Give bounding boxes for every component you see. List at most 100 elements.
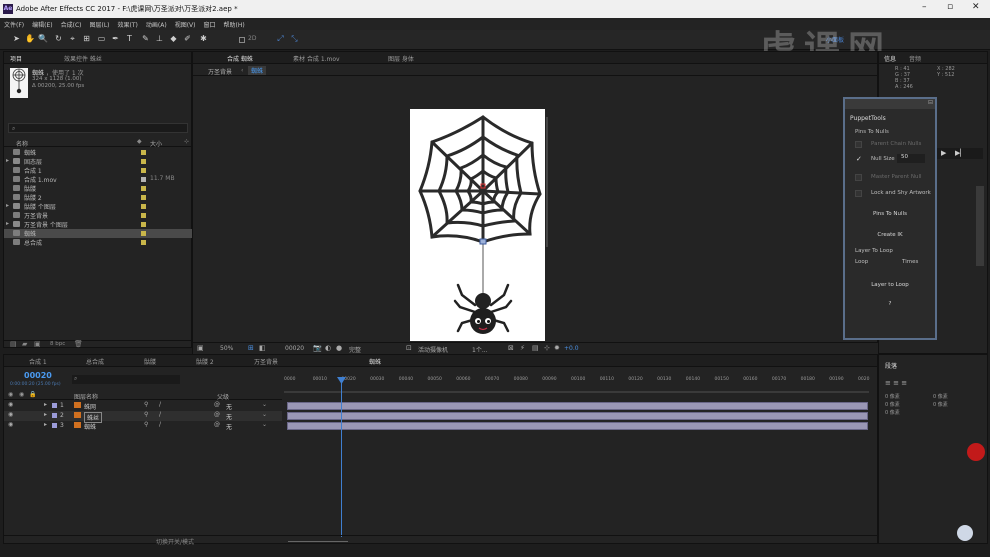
mask-visibility-icon[interactable]: ◧ <box>259 344 266 352</box>
camera-tool-icon[interactable]: ⌖ <box>68 34 77 43</box>
col-size-header[interactable]: 大小 <box>150 139 162 148</box>
label-color-swatch[interactable] <box>141 186 146 191</box>
master-parent-checkbox[interactable] <box>855 174 862 181</box>
layer-to-loop-button[interactable]: Layer to Loop <box>855 279 925 292</box>
menu-item-6[interactable]: 视图(V) <box>171 18 200 29</box>
project-item[interactable]: 总合成 <box>4 238 194 247</box>
exposure-value[interactable]: +0.0 <box>564 345 579 352</box>
new-folder-icon[interactable]: ▰ <box>22 340 27 348</box>
menu-item-2[interactable]: 合成(C) <box>57 18 86 29</box>
clone-stamp-tool-icon[interactable]: ⊥ <box>155 34 164 43</box>
snap-icon[interactable]: ⤢ <box>276 34 285 43</box>
current-time-display[interactable]: 00020 <box>285 345 304 352</box>
right-scrollbar[interactable] <box>976 186 984 266</box>
align-center-icon[interactable]: ≡ <box>893 379 899 387</box>
selection-tool-icon[interactable]: ➤ <box>12 34 21 43</box>
bpc-label[interactable]: 8 bpc <box>50 341 65 347</box>
3d-checkbox[interactable] <box>239 37 245 43</box>
project-item[interactable]: ▸ 万圣背景 个图层 <box>4 220 194 229</box>
region-of-interest-icon[interactable]: ⊡ <box>406 344 412 352</box>
layer-duration-bar[interactable] <box>287 422 868 430</box>
create-ik-button[interactable]: Create IK <box>855 229 925 242</box>
project-item[interactable]: 合成 1 <box>4 166 194 175</box>
zoom-slider[interactable] <box>288 541 348 542</box>
text-tool-icon[interactable]: T <box>125 34 134 43</box>
project-item[interactable]: 骷髅 <box>4 184 194 193</box>
project-item[interactable]: 蜘蛛 <box>4 148 194 157</box>
lock-shy-checkbox[interactable] <box>855 190 862 197</box>
exposure-reset-icon[interactable]: ✹ <box>554 344 560 352</box>
project-search-input[interactable]: ⌕ <box>8 123 188 133</box>
project-item[interactable]: 万圣背景 <box>4 211 194 220</box>
paragraph-tab[interactable]: 段落 <box>885 361 897 370</box>
layer-duration-bar[interactable] <box>287 402 868 410</box>
tab-project[interactable]: 项目 <box>10 54 22 63</box>
label-color-swatch[interactable] <box>141 168 146 173</box>
label-color-swatch[interactable] <box>141 150 146 155</box>
label-color-swatch[interactable] <box>141 195 146 200</box>
tab-footage[interactable]: 素材 合成 1.mov <box>293 54 340 63</box>
paragraph-value[interactable]: 0 像素 <box>933 393 948 400</box>
eraser-tool-icon[interactable]: ◆ <box>169 34 178 43</box>
label-icon[interactable]: ◆ <box>137 138 142 145</box>
help-button[interactable]: ? <box>855 298 925 311</box>
label-color-swatch[interactable] <box>141 204 146 209</box>
menu-item-3[interactable]: 图层(L) <box>86 18 114 29</box>
comp-canvas[interactable] <box>410 109 545 341</box>
pan-behind-tool-icon[interactable]: ⊞ <box>82 34 91 43</box>
expand-arrow-icon[interactable]: ▸ <box>6 220 9 227</box>
col-name-header[interactable]: 名称 <box>16 139 28 148</box>
label-color-swatch[interactable] <box>141 159 146 164</box>
mask-tool-icon[interactable]: ▭ <box>97 34 106 43</box>
project-item[interactable]: ▸ 骷髅 个图层 <box>4 202 194 211</box>
label-color-swatch[interactable] <box>141 231 146 236</box>
next-frame-icon[interactable]: ▶▏ <box>955 149 966 157</box>
maximize-icon[interactable]: ▫ <box>947 2 953 12</box>
project-item[interactable]: 蜘蛛 <box>4 229 194 238</box>
project-item[interactable]: ▸ 固态层 <box>4 157 194 166</box>
tab-effect-controls[interactable]: 效果控件 蛛丝 <box>64 54 102 63</box>
paragraph-value[interactable]: 0 像素 <box>885 401 900 408</box>
menu-item-8[interactable]: 帮助(H) <box>220 18 249 29</box>
expand-arrow-icon[interactable]: ▸ <box>6 202 9 209</box>
align-left-icon[interactable]: ≡ <box>885 379 891 387</box>
roto-brush-tool-icon[interactable]: ✐ <box>183 34 192 43</box>
interpret-footage-icon[interactable]: ▤ <box>10 340 17 348</box>
label-color-swatch[interactable] <box>141 213 146 218</box>
parent-chain-checkbox[interactable] <box>855 141 862 148</box>
camera-dropdown[interactable]: 活动摄像机 <box>418 345 448 354</box>
brush-tool-icon[interactable]: ✎ <box>141 34 150 43</box>
paragraph-value[interactable]: 0 像素 <box>885 409 900 416</box>
resolution-dropdown[interactable]: 完整 <box>349 345 361 354</box>
tab-comp-spider[interactable]: 合成 蜘蛛 <box>227 54 253 63</box>
menu-item-0[interactable]: 文件(F) <box>0 18 28 29</box>
rotate-tool-icon[interactable]: ↻ <box>54 34 63 43</box>
tab-layer-body[interactable]: 图层 身体 <box>388 54 414 63</box>
expand-arrow-icon[interactable]: ▸ <box>6 157 9 164</box>
pins-to-nulls-button[interactable]: Pins To Nulls <box>855 208 925 221</box>
null-size-input[interactable]: 50 <box>897 154 925 163</box>
toggle-switches-modes[interactable]: 切换开关/模式 <box>156 537 194 546</box>
new-comp-icon[interactable]: ▣ <box>34 340 41 348</box>
always-preview-icon[interactable]: ▣ <box>197 344 204 352</box>
breadcrumb-bg[interactable]: 万圣背景 <box>208 67 232 76</box>
menu-item-1[interactable]: 编辑(E) <box>28 18 56 29</box>
fast-previews-icon[interactable]: ⚡ <box>520 344 525 352</box>
puppet-tool-icon[interactable]: ✱ <box>199 34 208 43</box>
tab-info[interactable]: 信息 <box>884 54 896 63</box>
magnification-dropdown[interactable]: 50% <box>220 345 233 352</box>
label-color-swatch[interactable] <box>141 240 146 245</box>
views-dropdown[interactable]: 1个... <box>472 345 488 354</box>
pen-tool-icon[interactable]: ✒ <box>111 34 120 43</box>
menu-item-5[interactable]: 动画(A) <box>142 18 171 29</box>
snap-options-icon[interactable]: ⤡ <box>290 34 299 43</box>
flowchart-icon[interactable]: ⊹ <box>184 138 189 145</box>
chat-bubble-icon[interactable] <box>957 525 973 541</box>
zoom-tool-icon[interactable]: 🔍 <box>38 34 48 43</box>
flowchart-view-icon[interactable]: ⊹ <box>544 344 550 352</box>
toggle-pixel-icon[interactable]: ⊠ <box>508 344 514 352</box>
playhead[interactable] <box>341 377 342 537</box>
canvas-scrollbar[interactable] <box>546 117 548 247</box>
paragraph-value[interactable]: 0 像素 <box>885 393 900 400</box>
layer-duration-bar[interactable] <box>287 412 868 420</box>
